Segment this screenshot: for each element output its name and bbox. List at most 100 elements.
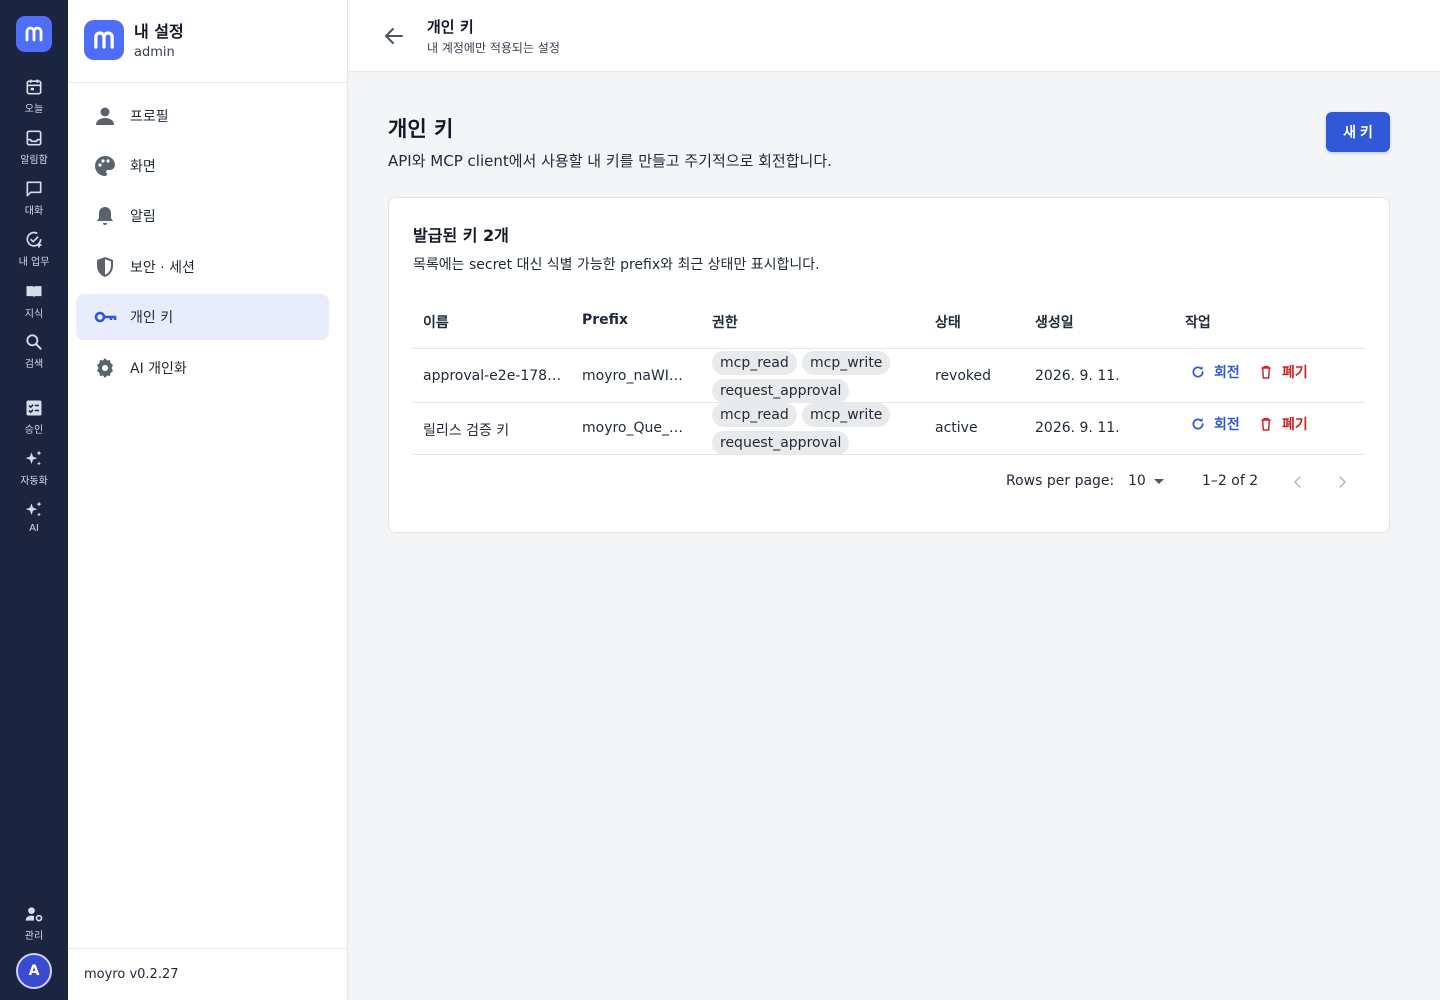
- revoke-label: 폐기: [1282, 365, 1308, 381]
- column-header-created[interactable]: 생성일: [1035, 312, 1074, 332]
- rail-item-label: 오늘: [24, 104, 44, 115]
- rows-per-page-label: Rows per page:: [1006, 473, 1115, 489]
- rail-item-label: 알림함: [20, 155, 48, 166]
- app-rail: 오늘 알림함 대화 내 업무 지식 검색 승인 자동화 AI 관리 A: [0, 0, 68, 1000]
- chat-icon: [26, 181, 42, 197]
- logo-icon: [94, 31, 114, 49]
- key-prefix: moyro_Que_…: [582, 420, 684, 436]
- column-header-actions: 작업: [1185, 315, 1211, 331]
- rail-item-label: 승인: [24, 425, 44, 436]
- key-created-date: 2026. 9. 11.: [1035, 368, 1120, 384]
- sidebar-item-label: 알림: [130, 209, 156, 225]
- chevron-right-icon: [1339, 476, 1347, 488]
- ai-settings-icon: [93, 356, 117, 380]
- rail-item-automation[interactable]: 자동화: [0, 449, 68, 487]
- rail-item-my-tasks[interactable]: 내 업무: [0, 230, 68, 268]
- card-description: 목록에는 secret 대신 식별 가능한 prefix와 최근 상태만 표시합…: [413, 257, 820, 273]
- key-prefix: moyro_naWI…: [582, 368, 683, 384]
- scope-chip: mcp_read: [712, 403, 797, 427]
- rotate-label: 회전: [1214, 365, 1240, 381]
- rail-item-search[interactable]: 검색: [0, 332, 68, 370]
- column-header-name[interactable]: 이름: [423, 312, 449, 332]
- sidebar-item-label: 화면: [130, 159, 156, 175]
- top-bar-title: 개인 키: [427, 18, 474, 36]
- table-divider: [413, 454, 1365, 455]
- page-title: 개인 키: [388, 117, 454, 141]
- shield-icon: [93, 255, 117, 279]
- sidebar-item-profile[interactable]: 프로필: [76, 93, 329, 139]
- scope-chip: mcp_write: [802, 403, 891, 427]
- rail-item-label: 관리: [24, 931, 44, 942]
- sidebar-header: 내 설정 admin: [68, 0, 347, 83]
- rail-item-knowledge[interactable]: 지식: [0, 282, 68, 320]
- previous-page-button[interactable]: [1286, 470, 1310, 494]
- person-icon: [93, 104, 117, 128]
- sidebar-username: admin: [134, 45, 175, 60]
- back-button[interactable]: [382, 24, 406, 48]
- calendar-icon: [26, 79, 42, 95]
- rail-item-approval[interactable]: 승인: [0, 398, 68, 436]
- rail-item-admin[interactable]: 관리: [0, 904, 68, 942]
- revoke-button[interactable]: 폐기: [1258, 414, 1308, 434]
- rows-per-page-value: 10: [1128, 473, 1146, 489]
- search-icon: [26, 334, 42, 350]
- settings-logo: [84, 20, 124, 60]
- scope-chip: request_approval: [712, 379, 850, 403]
- sidebar-item-security[interactable]: 보안 · 세션: [76, 244, 329, 290]
- key-status: revoked: [935, 368, 992, 384]
- trash-icon: [1261, 365, 1271, 379]
- pagination-range: 1–2 of 2: [1202, 473, 1259, 489]
- rotate-button[interactable]: 회전: [1190, 414, 1240, 434]
- rail-item-chat[interactable]: 대화: [0, 179, 68, 217]
- sidebar-footer: moyro v0.2.27: [68, 948, 348, 1000]
- rail-item-label: AI: [29, 523, 39, 534]
- page-description: API와 MCP client에서 사용할 내 키를 만들고 주기적으로 회전합…: [388, 152, 832, 170]
- new-key-button[interactable]: 새 키: [1326, 112, 1390, 152]
- key-name: 릴리스 검증 키: [423, 423, 510, 439]
- user-avatar[interactable]: A: [16, 953, 52, 989]
- sidebar-item-display[interactable]: 화면: [76, 143, 329, 189]
- card-title: 발급된 키 2개: [413, 226, 509, 245]
- sidebar-item-label: 보안 · 세션: [130, 260, 195, 276]
- sidebar-title: 내 설정: [134, 22, 184, 41]
- column-header-prefix[interactable]: Prefix: [582, 312, 628, 328]
- revoke-button[interactable]: 폐기: [1258, 362, 1308, 382]
- table-divider: [413, 348, 1365, 349]
- sidebar-item-ai-personalization[interactable]: AI 개인화: [76, 345, 329, 391]
- scope-chip: mcp_read: [712, 351, 797, 375]
- scope-chip: request_approval: [712, 431, 850, 455]
- next-page-button[interactable]: [1330, 470, 1354, 494]
- rail-item-ai[interactable]: AI: [0, 500, 68, 534]
- rows-per-page-select[interactable]: 10: [1128, 473, 1164, 489]
- top-bar: 개인 키 내 계정에만 적용되는 설정: [348, 0, 1440, 72]
- chevron-left-icon: [1293, 476, 1301, 488]
- rail-item-inbox[interactable]: 알림함: [0, 128, 68, 166]
- bell-icon: [93, 204, 117, 228]
- revoke-label: 폐기: [1282, 417, 1308, 433]
- rail-item-today[interactable]: 오늘: [0, 77, 68, 115]
- sidebar-item-personal-keys[interactable]: 개인 키: [76, 294, 329, 340]
- app-version: moyro v0.2.27: [84, 967, 179, 982]
- ai-sparkle-icon: [25, 501, 42, 517]
- rotate-button[interactable]: 회전: [1190, 362, 1240, 382]
- caret-down-icon: [1153, 478, 1164, 484]
- settings-sidebar: 내 설정 admin 프로필 화면 알림 보안 · 세션 개인 키 AI 개인화…: [68, 0, 348, 1000]
- scope-chip: mcp_write: [802, 351, 891, 375]
- sidebar-item-label: AI 개인화: [130, 361, 187, 377]
- trash-icon: [1261, 417, 1271, 431]
- sidebar-item-label: 프로필: [130, 109, 169, 125]
- column-header-status[interactable]: 상태: [935, 312, 961, 332]
- column-header-scopes[interactable]: 권한: [712, 312, 738, 332]
- sparkle-icon: [25, 450, 42, 466]
- book-icon: [26, 286, 42, 298]
- table-divider: [413, 402, 1365, 403]
- admin-icon: [25, 907, 43, 922]
- approval-icon: [26, 400, 42, 416]
- rail-item-label: 내 업무: [18, 257, 50, 268]
- key-icon: [93, 305, 117, 329]
- app-logo[interactable]: [16, 16, 52, 52]
- rotate-label: 회전: [1214, 417, 1240, 433]
- issued-keys-card: 발급된 키 2개 목록에는 secret 대신 식별 가능한 prefix와 최…: [388, 197, 1390, 533]
- sidebar-item-notifications[interactable]: 알림: [76, 193, 329, 239]
- refresh-icon: [1192, 418, 1204, 430]
